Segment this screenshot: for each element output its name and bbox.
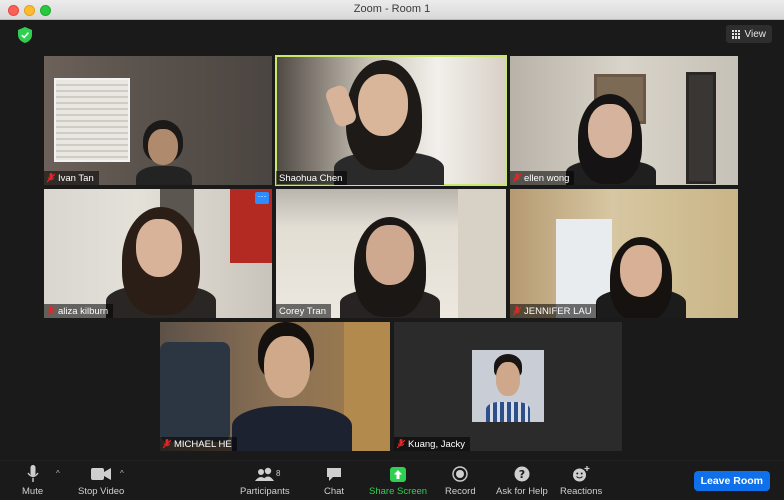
name-tag: aliza kilburn xyxy=(44,304,114,318)
record-icon xyxy=(452,466,469,482)
more-options-button[interactable]: ··· xyxy=(255,192,269,204)
name-tag: Ivan Tan xyxy=(44,171,99,185)
video-tile-kuang-jacky[interactable]: Kuang, Jacky xyxy=(394,322,622,451)
grid-icon xyxy=(731,29,741,39)
meeting-toolbar: Mute ^ Stop Video ^ Participants 8 Chat … xyxy=(0,460,784,500)
mic-muted-icon xyxy=(513,306,521,316)
svg-text:?: ? xyxy=(519,468,525,481)
title-bar: Zoom - Room 1 xyxy=(0,0,784,20)
emoji-plus-icon xyxy=(573,466,590,482)
name-tag: ellen wong xyxy=(510,171,575,185)
video-gallery: View Ivan Tan Shaohua Chen ellen wong ··… xyxy=(4,20,780,460)
video-tile-michael-he[interactable]: MICHAEL HE xyxy=(160,322,390,451)
profile-picture xyxy=(472,350,544,422)
mic-muted-icon xyxy=(47,173,55,183)
video-options-caret[interactable]: ^ xyxy=(120,469,124,478)
leave-room-button[interactable]: Leave Room xyxy=(693,471,770,491)
audio-options-caret[interactable]: ^ xyxy=(56,469,60,478)
people-icon xyxy=(254,467,274,481)
record-button[interactable]: Record xyxy=(445,464,476,498)
microphone-icon xyxy=(26,465,39,482)
share-screen-icon xyxy=(390,466,407,482)
security-shield-icon[interactable] xyxy=(18,27,32,43)
share-screen-button[interactable]: Share Screen xyxy=(369,464,427,498)
name-tag: Corey Tran xyxy=(276,304,331,318)
name-tag: MICHAEL HE xyxy=(160,437,237,451)
video-tile-aliza-kilburn[interactable]: ··· aliza kilburn xyxy=(44,189,272,318)
name-tag: Shaohua Chen xyxy=(276,171,348,185)
question-icon: ? xyxy=(514,466,530,482)
view-label: View xyxy=(744,28,767,40)
stop-video-button[interactable]: Stop Video xyxy=(78,464,124,498)
chat-button[interactable]: Chat xyxy=(324,464,344,498)
video-tile-corey-tran[interactable]: Corey Tran xyxy=(276,189,506,318)
name-tag: JENNIFER LAU xyxy=(510,304,597,318)
video-tile-ivan-tan[interactable]: Ivan Tan xyxy=(44,56,272,185)
mute-button[interactable]: Mute xyxy=(22,464,43,498)
video-camera-icon xyxy=(91,468,112,480)
mic-muted-icon xyxy=(163,439,171,449)
reactions-button[interactable]: Reactions xyxy=(560,464,602,498)
window-title: Zoom - Room 1 xyxy=(353,3,431,15)
mic-muted-icon xyxy=(513,173,521,183)
name-tag: Kuang, Jacky xyxy=(394,437,471,451)
mic-muted-icon xyxy=(47,306,55,316)
chat-bubble-icon xyxy=(327,467,342,481)
ask-for-help-button[interactable]: ? Ask for Help xyxy=(496,464,548,498)
video-tile-ellen-wong[interactable]: ellen wong xyxy=(510,56,738,185)
zoom-window: Zoom - Room 1 View Ivan Tan Shaohua Chen… xyxy=(0,0,784,500)
view-button[interactable]: View xyxy=(725,25,772,43)
mic-muted-icon xyxy=(397,439,405,449)
participants-count: 8 xyxy=(276,469,281,478)
participants-button[interactable]: Participants xyxy=(240,464,290,498)
video-tile-jennifer-lau[interactable]: JENNIFER LAU xyxy=(510,189,738,318)
video-tile-shaohua-chen[interactable]: Shaohua Chen xyxy=(275,55,507,186)
